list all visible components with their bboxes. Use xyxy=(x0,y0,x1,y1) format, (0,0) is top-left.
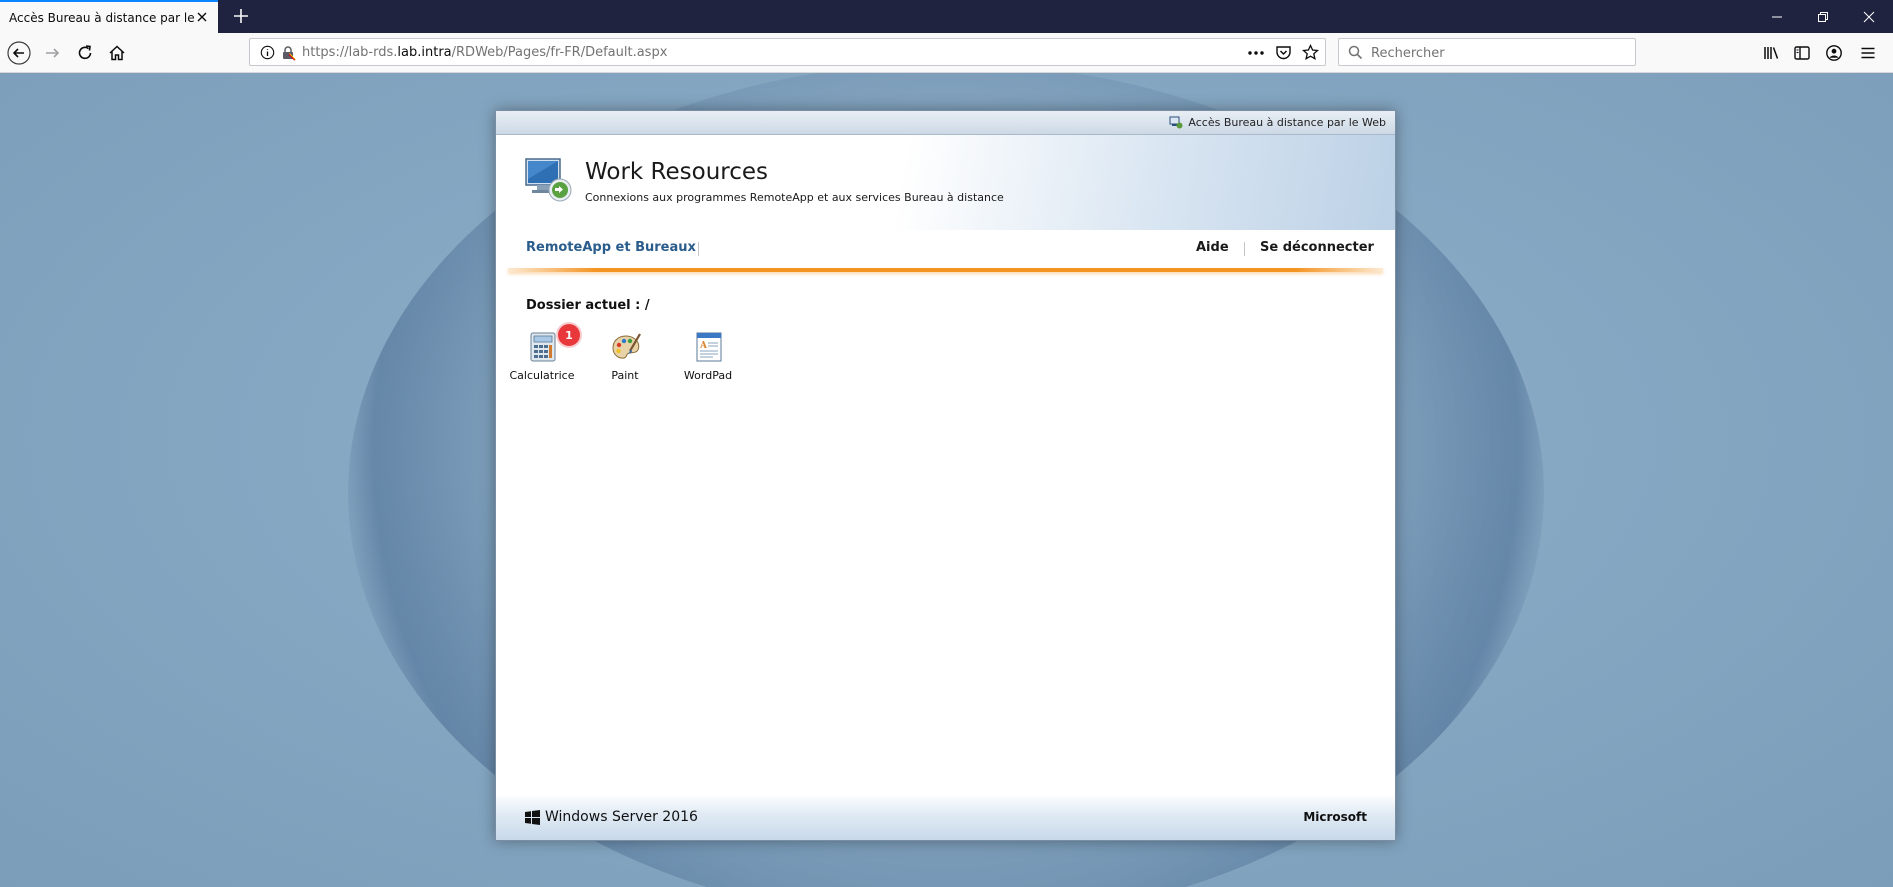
remote-desktop-small-icon xyxy=(1169,116,1183,129)
reload-button[interactable] xyxy=(73,41,97,65)
microsoft-logo-text: Microsoft xyxy=(1303,810,1367,824)
minimize-icon xyxy=(1772,16,1782,17)
back-button[interactable] xyxy=(7,41,31,65)
help-link[interactable]: Aide xyxy=(1196,240,1229,255)
nav-divider xyxy=(1244,242,1245,256)
account-icon xyxy=(1826,45,1842,61)
url-host: lab.intra xyxy=(397,45,452,60)
windows-logo-icon xyxy=(525,809,540,825)
close-window-button[interactable] xyxy=(1846,0,1892,33)
restore-button[interactable] xyxy=(1800,0,1846,33)
logout-link[interactable]: Se déconnecter xyxy=(1260,240,1374,255)
page-title: Work Resources xyxy=(585,159,769,185)
minimize-button[interactable] xyxy=(1754,0,1800,33)
search-icon xyxy=(1348,45,1363,60)
app-label: Paint xyxy=(611,369,639,382)
rdweb-nav: RemoteApp et Bureaux Aide Se déconnecter xyxy=(496,230,1395,270)
sidebar-icon xyxy=(1794,46,1810,60)
back-arrow-icon xyxy=(7,41,31,65)
library-button[interactable] xyxy=(1760,41,1784,65)
url-prefix: https://lab-rds. xyxy=(302,45,398,60)
forward-button[interactable] xyxy=(40,41,64,65)
rdweb-footer: Windows Server 2016 Microsoft xyxy=(496,794,1395,840)
paint-palette-icon xyxy=(612,333,641,359)
home-button[interactable] xyxy=(105,41,129,65)
orange-divider xyxy=(508,268,1383,272)
pocket-icon[interactable] xyxy=(1275,44,1292,61)
home-icon xyxy=(109,45,125,61)
browser-titlebar: Accès Bureau à distance par le Web xyxy=(0,0,1893,33)
reload-icon xyxy=(78,45,92,60)
hamburger-menu-icon xyxy=(1861,47,1875,59)
rdweb-top-strip-text: Accès Bureau à distance par le Web xyxy=(1188,116,1386,129)
url-text[interactable]: https://lab-rds.lab.intra/RDWeb/Pages/fr… xyxy=(302,45,667,60)
search-bar[interactable] xyxy=(1338,38,1636,66)
restore-icon xyxy=(1818,11,1828,22)
svg-text:A: A xyxy=(699,341,708,351)
sidebar-button[interactable] xyxy=(1790,41,1814,65)
remote-desktop-logo-icon xyxy=(525,158,572,202)
forward-arrow-icon xyxy=(46,48,60,58)
close-icon xyxy=(1863,11,1875,22)
new-tab-icon[interactable] xyxy=(232,7,250,25)
page-actions-icon[interactable] xyxy=(1247,45,1265,61)
tab-remoteapp-desktops[interactable]: RemoteApp et Bureaux xyxy=(526,240,696,255)
url-path: /RDWeb/Pages/fr-FR/Default.aspx xyxy=(451,45,668,60)
app-label: Calculatrice xyxy=(509,369,575,382)
tab-title: Accès Bureau à distance par le Web xyxy=(9,10,195,25)
windows-server-branding: Windows Server 2016 xyxy=(525,809,698,825)
calculator-icon xyxy=(530,332,556,362)
rdweb-top-strip: Accès Bureau à distance par le Web xyxy=(496,111,1395,135)
page-subtitle: Connexions aux programmes RemoteApp et a… xyxy=(585,191,1004,204)
rdweb-window: Accès Bureau à distance par le Web Work … xyxy=(495,110,1396,841)
close-tab-icon[interactable] xyxy=(195,10,209,24)
current-folder-label: Dossier actuel : / xyxy=(526,298,650,313)
wordpad-icon: A xyxy=(696,332,722,362)
app-label: WordPad xyxy=(683,369,733,382)
address-bar[interactable]: https://lab-rds.lab.intra/RDWeb/Pages/fr… xyxy=(249,38,1326,66)
browser-toolbar: https://lab-rds.lab.intra/RDWeb/Pages/fr… xyxy=(0,33,1893,73)
insecure-lock-icon[interactable] xyxy=(280,45,296,61)
rdweb-top-strip-label: Accès Bureau à distance par le Web xyxy=(1169,116,1386,129)
notification-badge: 1 xyxy=(558,324,580,346)
search-input[interactable] xyxy=(1369,43,1628,63)
rdweb-header: Work Resources Connexions aux programmes… xyxy=(496,135,1395,230)
info-icon[interactable] xyxy=(260,45,275,60)
account-button[interactable] xyxy=(1822,41,1846,65)
nav-divider xyxy=(698,242,699,256)
library-icon xyxy=(1764,47,1779,59)
browser-tab[interactable]: Accès Bureau à distance par le Web xyxy=(0,0,218,33)
bookmark-star-icon[interactable] xyxy=(1302,44,1319,61)
footer-product-name: Windows Server 2016 xyxy=(545,809,698,825)
app-paint[interactable]: Paint xyxy=(584,329,666,389)
menu-button[interactable] xyxy=(1856,41,1880,65)
app-wordpad[interactable]: A WordPad xyxy=(667,329,749,389)
